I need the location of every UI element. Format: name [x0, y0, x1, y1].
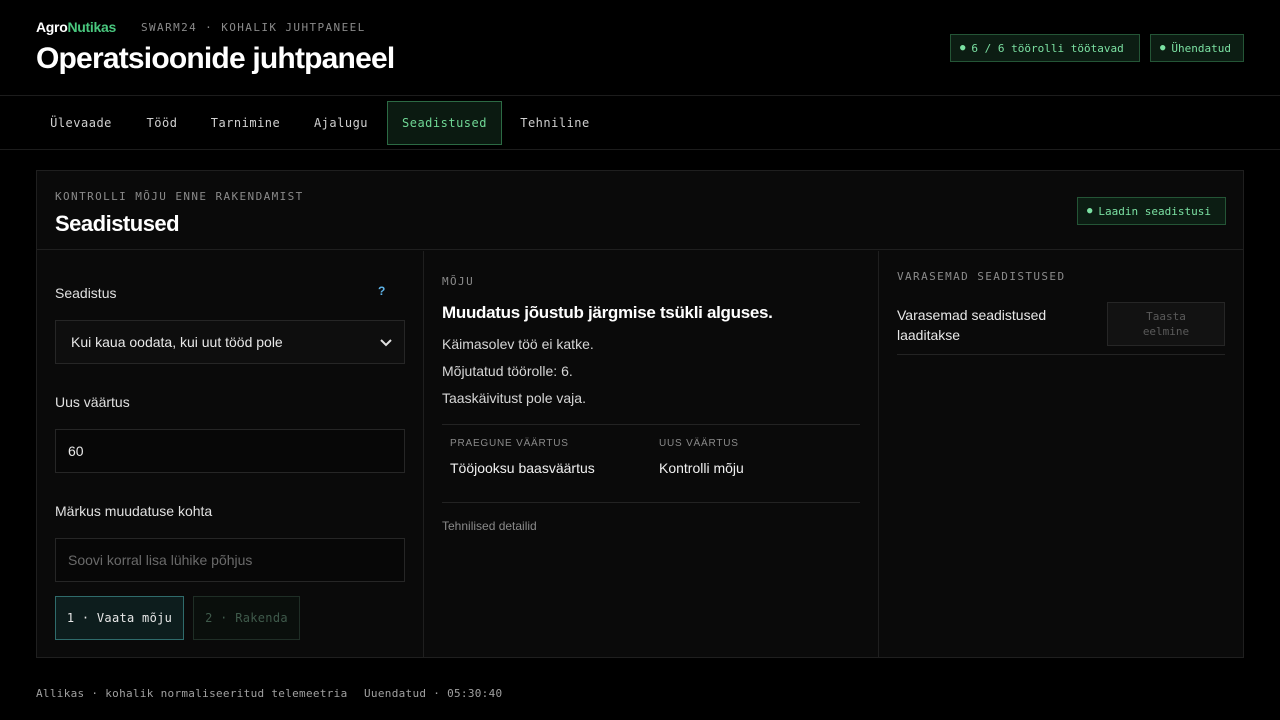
- current-value-label: PRAEGUNE VÄÄRTUS: [450, 438, 569, 449]
- main-tabs: Ülevaade Tööd Tarnimine Ajalugu Seadistu…: [0, 96, 1280, 150]
- note-input[interactable]: Soovi korral lisa lühike põhjus: [55, 538, 405, 582]
- history-section: VARASEMAD SEADISTUSED Varasemad seadistu…: [879, 251, 1243, 658]
- tab-overview[interactable]: Ülevaade: [37, 101, 125, 145]
- tab-settings[interactable]: Seadistused: [387, 101, 502, 145]
- history-eyebrow: VARASEMAD SEADISTUSED: [897, 270, 1066, 283]
- chevron-down-icon: [380, 334, 392, 350]
- new-value-input[interactable]: 60: [55, 429, 405, 473]
- tab-delivery[interactable]: Tarnimine: [199, 101, 292, 145]
- help-icon[interactable]: ?: [378, 284, 385, 298]
- connection-status-badge: ● Ühendatud: [1150, 34, 1244, 62]
- technical-details-toggle[interactable]: Tehnilised detailid: [442, 519, 537, 533]
- page-title: Operatsioonide juhtpaneel: [36, 42, 395, 75]
- tab-jobs[interactable]: Tööd: [133, 101, 191, 145]
- restore-button-line2: eelmine: [1142, 325, 1190, 338]
- setting-select[interactable]: Kui kaua oodata, kui uut tööd pole: [55, 320, 405, 364]
- new-value-preview: Kontrolli mõju: [659, 460, 744, 476]
- divider: [442, 502, 860, 503]
- loading-badge: ● Laadin seadistusi: [1077, 197, 1226, 225]
- app-header: AgroNutikas SWARM24 · KOHALIK JUHTPANEEL…: [0, 0, 1280, 96]
- apply-button[interactable]: 2 · Rakenda: [193, 596, 300, 640]
- setting-label: Seadistus: [55, 285, 117, 301]
- panel-header: KONTROLLI MÕJU ENNE RAKENDAMIST Seadistu…: [37, 171, 1243, 250]
- settings-panel: KONTROLLI MÕJU ENNE RAKENDAMIST Seadistu…: [36, 170, 1244, 658]
- status-dot-icon: ●: [960, 43, 966, 53]
- footer-updated: Uuendatud · 05:30:40: [364, 687, 503, 700]
- footer-source: Allikas · kohalik normaliseeritud teleme…: [36, 687, 348, 700]
- impact-title: Muudatus jõustub järgmise tsükli alguses…: [442, 303, 773, 322]
- header-subtitle: SWARM24 · KOHALIK JUHTPANEEL: [141, 21, 366, 34]
- view-impact-button[interactable]: 1 · Vaata mõju: [55, 596, 184, 640]
- panel-eyebrow: KONTROLLI MÕJU ENNE RAKENDAMIST: [55, 190, 304, 203]
- impact-eyebrow: MÕJU: [442, 275, 475, 288]
- new-value-preview-label: UUS VÄÄRTUS: [659, 438, 739, 449]
- brand-logo: AgroNutikas: [36, 19, 116, 35]
- tab-technical[interactable]: Tehniline: [508, 101, 602, 145]
- divider: [897, 354, 1225, 355]
- divider: [442, 424, 860, 425]
- restore-button-line1: Taasta: [1146, 310, 1186, 323]
- impact-line: Mõjutatud töörolle: 6.: [442, 363, 573, 379]
- status-dot-icon: ●: [1087, 206, 1093, 216]
- loading-text: Laadin seadistusi: [1098, 204, 1212, 218]
- setting-select-value: Kui kaua oodata, kui uut tööd pole: [71, 334, 283, 350]
- restore-previous-button[interactable]: Taasta eelmine: [1107, 302, 1225, 346]
- panel-title: Seadistused: [55, 211, 180, 236]
- history-loading-text: Varasemad seadistused laaditakse: [897, 307, 1047, 343]
- impact-section: MÕJU Muudatus jõustub järgmise tsükli al…: [424, 251, 879, 658]
- brand-name-part1: Agro: [36, 19, 68, 35]
- connection-status-text: Ühendatud: [1171, 41, 1232, 55]
- impact-line: Käimasolev töö ei katke.: [442, 336, 594, 352]
- impact-line: Taaskäivitust pole vaja.: [442, 390, 586, 406]
- workers-status-text: 6 / 6 töörolli töötavad: [971, 41, 1124, 55]
- note-label: Märkus muudatuse kohta: [55, 503, 213, 519]
- settings-form: Seadistus ? Kui kaua oodata, kui uut töö…: [37, 251, 424, 658]
- tab-history[interactable]: Ajalugu: [301, 101, 381, 145]
- current-value: Tööjooksu baasväärtus: [450, 460, 595, 476]
- brand-name-part2: Nutikas: [67, 19, 116, 35]
- workers-status-badge: ● 6 / 6 töörolli töötavad: [950, 34, 1140, 62]
- status-dot-icon: ●: [1160, 43, 1166, 53]
- new-value-label: Uus väärtus: [55, 394, 130, 410]
